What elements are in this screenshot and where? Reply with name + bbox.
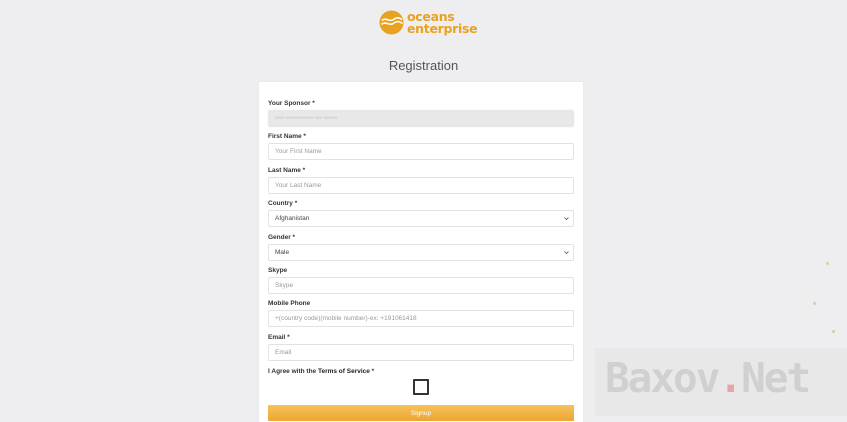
- sponsor-field: •••• •••••••••••• ••• ••••••: [268, 110, 574, 127]
- country-select[interactable]: Afghanistan: [268, 210, 574, 227]
- last-name-label: Last Name *: [268, 167, 306, 174]
- email-label: Email *: [268, 334, 290, 341]
- country-label: Country *: [268, 200, 298, 207]
- terms-of-service-link[interactable]: Terms of Service: [318, 368, 370, 375]
- first-name-field[interactable]: Your First Name: [268, 143, 574, 160]
- terms-label: I Agree with the Terms of Service *: [268, 368, 374, 375]
- mobile-field[interactable]: +(country code)(mobile number)-ex: +1910…: [268, 310, 574, 327]
- chevron-down-icon: [564, 217, 569, 221]
- brand-logo: oceans enterprise: [379, 10, 478, 36]
- terms-suffix: *: [369, 368, 375, 375]
- watermark-dot: .: [718, 354, 743, 402]
- watermark-text: Baxov.Net: [605, 354, 811, 402]
- mobile-label: Mobile Phone: [268, 300, 311, 307]
- gender-select[interactable]: Male: [268, 244, 574, 261]
- last-name-field[interactable]: Your Last Name: [268, 177, 574, 194]
- terms-checkbox[interactable]: [413, 379, 429, 395]
- first-name-label: First Name *: [268, 133, 306, 140]
- signup-button[interactable]: Signup: [268, 405, 574, 421]
- watermark: Baxov.Net: [595, 348, 847, 416]
- page-title: Registration: [388, 58, 459, 73]
- watermark-part-2: Net: [741, 354, 811, 402]
- chevron-down-icon: [564, 251, 569, 255]
- decorative-sparkle: [832, 330, 835, 333]
- country-value: Afghanistan: [275, 215, 310, 222]
- decorative-sparkle: [826, 262, 829, 265]
- terms-prefix: I Agree with the: [268, 368, 318, 375]
- watermark-part-1: Baxov: [605, 354, 720, 402]
- gender-value: Male: [275, 249, 290, 256]
- email-field[interactable]: Email: [268, 344, 574, 361]
- wave-logo-icon: [379, 10, 404, 35]
- gender-label: Gender *: [268, 234, 296, 241]
- skype-label: Skype: [268, 267, 288, 274]
- brand-name: oceans enterprise: [407, 10, 478, 36]
- brand-line-2: enterprise: [407, 20, 478, 36]
- skype-field[interactable]: Skype: [268, 277, 574, 294]
- sponsor-label: Your Sponsor *: [268, 100, 315, 107]
- decorative-sparkle: [813, 302, 816, 305]
- registration-form: Your Sponsor * •••• •••••••••••• ••• •••…: [259, 82, 583, 422]
